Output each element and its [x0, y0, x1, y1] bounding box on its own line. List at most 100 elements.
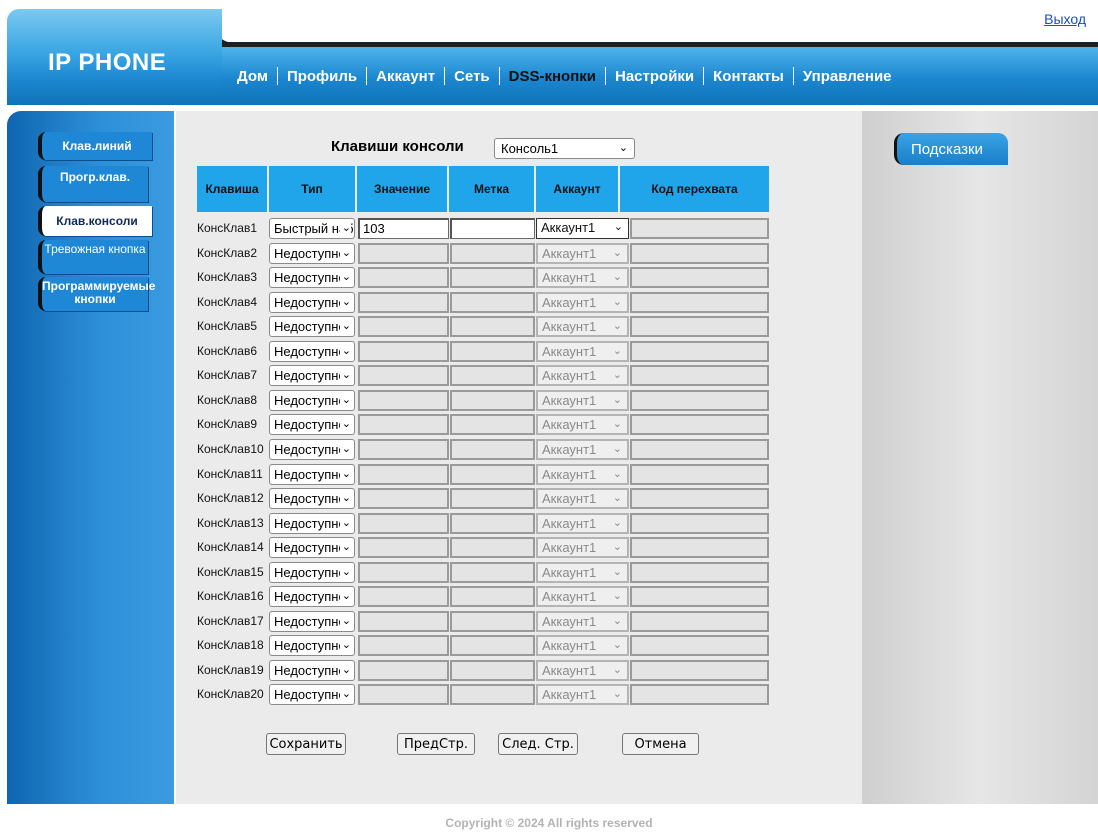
next-page-button[interactable]: След. Стр.: [498, 733, 578, 755]
pickup-code-input[interactable]: [630, 341, 769, 362]
label-input[interactable]: [450, 267, 535, 288]
label-input[interactable]: [450, 292, 535, 313]
value-input[interactable]: [358, 316, 449, 337]
nav-dss-keys[interactable]: DSS-кнопки: [500, 68, 605, 85]
nav-network[interactable]: Сеть: [445, 68, 499, 85]
prev-page-button[interactable]: ПредСтр.: [397, 733, 475, 755]
label-input[interactable]: [450, 316, 535, 337]
type-select[interactable]: Недоступно ⌄: [269, 488, 355, 509]
type-select[interactable]: Недоступно ⌄: [269, 243, 355, 264]
label-input[interactable]: [450, 684, 535, 705]
value-input[interactable]: [358, 439, 449, 460]
value-input[interactable]: [358, 464, 449, 485]
pickup-code-input[interactable]: [630, 267, 769, 288]
account-select[interactable]: Аккаунт1 ⌄: [536, 390, 629, 411]
pickup-code-input[interactable]: [630, 684, 769, 705]
pickup-code-input[interactable]: [630, 218, 769, 239]
sidebar-item-console-keys[interactable]: Клав.консоли: [38, 206, 152, 236]
account-select[interactable]: Аккаунт1 ⌄: [536, 488, 629, 509]
pickup-code-input[interactable]: [630, 488, 769, 509]
pickup-code-input[interactable]: [630, 464, 769, 485]
type-select[interactable]: Недоступно ⌄: [269, 586, 355, 607]
pickup-code-input[interactable]: [630, 243, 769, 264]
nav-home[interactable]: Дом: [228, 68, 277, 85]
pickup-code-input[interactable]: [630, 611, 769, 632]
type-select[interactable]: Недоступно ⌄: [269, 439, 355, 460]
label-input[interactable]: [450, 537, 535, 558]
pickup-code-input[interactable]: [630, 513, 769, 534]
account-select[interactable]: Аккаунт1 ⌄: [536, 218, 629, 239]
sidebar-item-line-keys[interactable]: Клав.линий: [38, 132, 152, 160]
pickup-code-input[interactable]: [630, 292, 769, 313]
pickup-code-input[interactable]: [630, 316, 769, 337]
account-select[interactable]: Аккаунт1 ⌄: [536, 316, 629, 337]
label-input[interactable]: [450, 218, 535, 239]
type-select[interactable]: Недоступно ⌄: [269, 611, 355, 632]
type-select[interactable]: Недоступно ⌄: [269, 316, 355, 337]
account-select[interactable]: Аккаунт1 ⌄: [536, 684, 629, 705]
pickup-code-input[interactable]: [630, 365, 769, 386]
type-select[interactable]: Недоступно ⌄: [269, 267, 355, 288]
pickup-code-input[interactable]: [630, 390, 769, 411]
value-input[interactable]: [358, 586, 449, 607]
value-input[interactable]: [358, 562, 449, 583]
type-select[interactable]: Недоступно ⌄: [269, 660, 355, 681]
label-input[interactable]: [450, 439, 535, 460]
account-select[interactable]: Аккаунт1 ⌄: [536, 537, 629, 558]
type-select[interactable]: Недоступно ⌄: [269, 684, 355, 705]
type-select[interactable]: Недоступно ⌄: [269, 365, 355, 386]
value-input[interactable]: [358, 365, 449, 386]
pickup-code-input[interactable]: [630, 586, 769, 607]
account-select[interactable]: Аккаунт1 ⌄: [536, 267, 629, 288]
type-select[interactable]: Недоступно ⌄: [269, 537, 355, 558]
label-input[interactable]: [450, 635, 535, 656]
cancel-button[interactable]: Отмена: [622, 733, 699, 755]
sidebar-item-programmable-buttons[interactable]: Программируемые кнопки: [38, 277, 155, 311]
value-input[interactable]: 103: [358, 218, 449, 239]
label-input[interactable]: [450, 464, 535, 485]
value-input[interactable]: [358, 488, 449, 509]
label-input[interactable]: [450, 513, 535, 534]
console-select[interactable]: Консоль1 ⌄: [494, 138, 635, 159]
nav-management[interactable]: Управление: [794, 68, 901, 85]
value-input[interactable]: [358, 635, 449, 656]
type-select[interactable]: Недоступно ⌄: [269, 464, 355, 485]
label-input[interactable]: [450, 488, 535, 509]
account-select[interactable]: Аккаунт1 ⌄: [536, 243, 629, 264]
account-select[interactable]: Аккаунт1 ⌄: [536, 611, 629, 632]
account-select[interactable]: Аккаунт1 ⌄: [536, 414, 629, 435]
type-select[interactable]: Недоступно ⌄: [269, 341, 355, 362]
value-input[interactable]: [358, 341, 449, 362]
label-input[interactable]: [450, 365, 535, 386]
pickup-code-input[interactable]: [630, 537, 769, 558]
value-input[interactable]: [358, 292, 449, 313]
type-select[interactable]: Недоступно ⌄: [269, 414, 355, 435]
nav-profile[interactable]: Профиль: [278, 68, 366, 85]
account-select[interactable]: Аккаунт1 ⌄: [536, 586, 629, 607]
account-select[interactable]: Аккаунт1 ⌄: [536, 341, 629, 362]
type-select[interactable]: Недоступно ⌄: [269, 513, 355, 534]
type-select[interactable]: Недоступно ⌄: [269, 292, 355, 313]
value-input[interactable]: [358, 684, 449, 705]
type-select[interactable]: Быстрый набор⌄: [269, 218, 355, 239]
value-input[interactable]: [358, 243, 449, 264]
account-select[interactable]: Аккаунт1 ⌄: [536, 635, 629, 656]
account-select[interactable]: Аккаунт1 ⌄: [536, 365, 629, 386]
label-input[interactable]: [450, 660, 535, 681]
pickup-code-input[interactable]: [630, 562, 769, 583]
label-input[interactable]: [450, 341, 535, 362]
pickup-code-input[interactable]: [630, 660, 769, 681]
account-select[interactable]: Аккаунт1 ⌄: [536, 464, 629, 485]
label-input[interactable]: [450, 586, 535, 607]
value-input[interactable]: [358, 537, 449, 558]
value-input[interactable]: [358, 390, 449, 411]
account-select[interactable]: Аккаунт1 ⌄: [536, 660, 629, 681]
pickup-code-input[interactable]: [630, 439, 769, 460]
account-select[interactable]: Аккаунт1 ⌄: [536, 513, 629, 534]
save-button[interactable]: Сохранить: [266, 733, 346, 755]
label-input[interactable]: [450, 611, 535, 632]
sidebar-item-alarm-button[interactable]: Тревожная кнопка: [38, 240, 148, 274]
nav-contacts[interactable]: Контакты: [704, 68, 793, 85]
type-select[interactable]: Недоступно ⌄: [269, 562, 355, 583]
nav-account[interactable]: Аккаунт: [367, 68, 444, 85]
